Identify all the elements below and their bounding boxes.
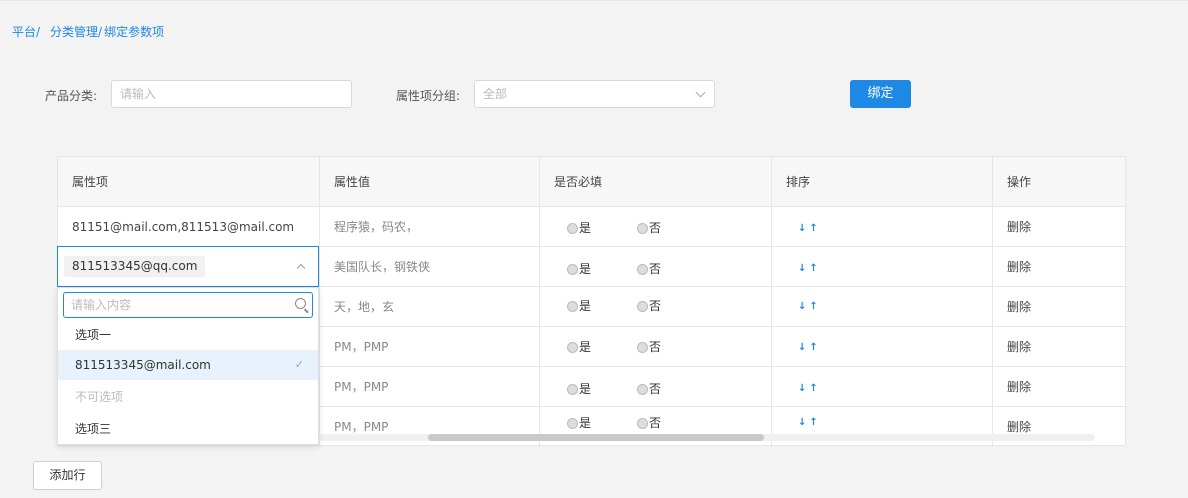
table-header: 属性项 属性值 是否必填 排序 操作 xyxy=(58,157,1125,207)
radio-label: 否 xyxy=(649,299,662,313)
breadcrumb: 平台/ 分类管理/ 绑定参数项 xyxy=(12,23,166,40)
cell-value: PM，PMP xyxy=(320,327,540,367)
category-label: 产品分类: xyxy=(45,89,98,103)
radio-label: 是 xyxy=(579,299,592,313)
cell-attribute: 81151@mail.com,811513@mail.com xyxy=(58,207,320,247)
dropdown-option-selected[interactable]: 811513345@mail.com ✓ xyxy=(58,350,318,380)
category-input[interactable]: 请输入 xyxy=(111,80,352,108)
delete-link[interactable]: 删除 xyxy=(993,327,1127,367)
radio-icon xyxy=(637,418,648,429)
chevron-up-icon xyxy=(296,263,306,273)
dropdown-option[interactable]: 选项一 xyxy=(58,320,318,350)
required-radio-no[interactable]: 否 xyxy=(637,262,661,276)
radio-label: 是 xyxy=(579,416,592,430)
required-radio-no[interactable]: 否 xyxy=(637,299,661,313)
header-value: 属性值 xyxy=(320,157,540,207)
radio-icon xyxy=(637,264,648,275)
radio-icon xyxy=(637,342,648,353)
delete-link[interactable]: 删除 xyxy=(993,407,1127,447)
add-row-button[interactable]: 添加行 xyxy=(33,461,102,490)
required-radio-yes[interactable]: 是 xyxy=(567,221,591,235)
breadcrumb-item-platform[interactable]: 平台/ xyxy=(12,23,40,40)
radio-icon xyxy=(567,301,578,312)
option-label: 811513345@mail.com xyxy=(75,358,211,372)
group-select-value: 全部 xyxy=(483,87,508,101)
horizontal-scrollbar-thumb[interactable] xyxy=(428,434,764,441)
radio-icon xyxy=(567,342,578,353)
header-sort: 排序 xyxy=(772,157,993,207)
header-attribute: 属性项 xyxy=(58,157,320,207)
sort-arrows[interactable]: ↓↑ xyxy=(798,417,821,428)
dropdown-search-input[interactable]: 请输入内容 xyxy=(63,292,313,318)
radio-icon xyxy=(567,223,578,234)
required-radio-no[interactable]: 否 xyxy=(637,416,661,430)
radio-label: 是 xyxy=(579,262,592,276)
table-row: 81151@mail.com,811513@mail.com 程序猿，码农， 删… xyxy=(58,207,1125,247)
group-select[interactable]: 全部 xyxy=(474,80,715,108)
delete-link[interactable]: 删除 xyxy=(993,247,1127,287)
cell-value: 天，地，玄 xyxy=(320,287,540,327)
radio-label: 是 xyxy=(579,221,592,235)
radio-icon xyxy=(637,384,648,395)
header-action: 操作 xyxy=(1007,175,1032,189)
cell-value: PM，PMP xyxy=(320,407,540,447)
search-icon xyxy=(295,298,306,309)
cell-value: PM，PMP xyxy=(320,367,540,407)
bind-button[interactable]: 绑定 xyxy=(850,80,911,108)
group-label: 属性项分组: xyxy=(396,89,461,103)
dropdown-option-disabled: 不可选项 xyxy=(75,390,124,404)
breadcrumb-item-category-management[interactable]: 分类管理/ xyxy=(50,23,102,40)
cell-value: 美国队长，钢铁侠 xyxy=(320,247,540,287)
radio-label: 是 xyxy=(579,340,592,354)
sort-arrows[interactable]: ↓↑ xyxy=(798,383,821,394)
required-radio-yes[interactable]: 是 xyxy=(567,382,591,396)
delete-link[interactable]: 删除 xyxy=(993,207,1127,247)
required-radio-yes[interactable]: 是 xyxy=(567,416,591,430)
selected-tag: 811513345@qq.com xyxy=(64,256,206,277)
sort-arrows[interactable]: ↓↑ xyxy=(798,223,821,234)
radio-icon xyxy=(567,418,578,429)
required-radio-yes[interactable]: 是 xyxy=(567,340,591,354)
sort-arrows[interactable]: ↓↑ xyxy=(798,342,821,353)
radio-label: 否 xyxy=(649,340,662,354)
radio-label: 否 xyxy=(649,382,662,396)
radio-label: 否 xyxy=(649,416,662,430)
attribute-select[interactable]: 811513345@qq.com xyxy=(57,246,319,287)
radio-icon xyxy=(567,264,578,275)
sort-arrows[interactable]: ↓↑ xyxy=(798,301,821,312)
required-radio-no[interactable]: 否 xyxy=(637,221,661,235)
dropdown-option[interactable]: 选项三 xyxy=(58,414,318,444)
attribute-dropdown: 请输入内容 选项一 811513345@mail.com ✓ 不可选项 选项三 xyxy=(57,287,319,445)
check-icon: ✓ xyxy=(294,358,304,371)
sort-arrows[interactable]: ↓↑ xyxy=(798,263,821,274)
page: 平台/ 分类管理/ 绑定参数项 产品分类: 请输入 属性项分组: 全部 绑定 属… xyxy=(0,0,1188,498)
radio-label: 否 xyxy=(649,221,662,235)
delete-link[interactable]: 删除 xyxy=(993,367,1127,407)
required-radio-yes[interactable]: 是 xyxy=(567,262,591,276)
cell-value: 程序猿，码农， xyxy=(320,207,540,247)
radio-label: 否 xyxy=(649,262,662,276)
chevron-down-icon xyxy=(695,87,706,98)
radio-icon xyxy=(637,301,648,312)
header-required: 是否必填 xyxy=(540,157,772,207)
delete-link[interactable]: 删除 xyxy=(993,287,1127,327)
search-placeholder: 请输入内容 xyxy=(71,298,132,312)
radio-icon xyxy=(567,384,578,395)
radio-icon xyxy=(637,223,648,234)
breadcrumb-item-bind-params: 绑定参数项 xyxy=(104,25,165,39)
required-radio-no[interactable]: 否 xyxy=(637,340,661,354)
required-radio-no[interactable]: 否 xyxy=(637,382,661,396)
radio-label: 是 xyxy=(579,382,592,396)
required-radio-yes[interactable]: 是 xyxy=(567,299,591,313)
